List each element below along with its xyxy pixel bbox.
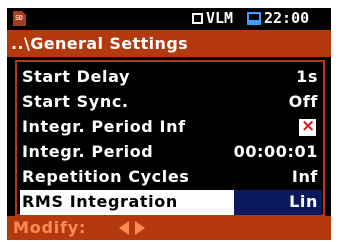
setting-value: 1s [296,67,318,86]
setting-integr-period[interactable]: Integr. Period 00:00:01 [20,140,322,165]
setting-value: Inf [291,167,318,186]
setting-label: Start Delay [22,67,131,86]
mode-indicator: VLM [206,9,234,27]
selected-value-box[interactable]: Lin [234,190,322,215]
mode-square-icon [192,13,203,24]
arrow-right-icon [135,221,145,235]
setting-value: 00:00:01 [233,142,318,161]
setting-value: Lin [289,192,318,211]
setting-label: Start Sync. [22,92,129,111]
setting-label: Integr. Period [22,142,154,161]
setting-rms-integration[interactable]: RMS Integration Lin [20,190,322,215]
checkbox-mark: × [301,116,316,136]
checkbox-checked-icon[interactable]: × [299,116,316,136]
sd-card-label: SD [15,14,23,22]
setting-repetition-cycles[interactable]: Repetition Cycles Inf [20,165,322,190]
arrow-left-icon [119,221,129,235]
setting-start-sync[interactable]: Start Sync. Off [20,90,322,115]
title-bar: ..\General Settings [7,30,331,57]
screen: SD VLM 22:00 ..\General Settings Start D… [0,0,338,242]
settings-list: Start Delay 1s Start Sync. Off Integr. P… [15,60,325,216]
meter-display: SD VLM 22:00 ..\General Settings Start D… [7,8,331,240]
status-bar: SD VLM 22:00 [7,8,331,30]
sd-card-icon: SD [13,11,26,26]
hint-bar: Modify: [7,216,331,240]
setting-start-delay[interactable]: Start Delay 1s [20,65,322,90]
hint-label: Modify: [13,218,87,237]
setting-label: Repetition Cycles [22,167,190,186]
page-title: ..\General Settings [11,34,189,53]
hint-arrows [119,221,153,235]
setting-value: Off [288,92,318,111]
clock: 22:00 [264,9,310,27]
setting-label: Integr. Period Inf [22,117,186,136]
battery-icon [247,12,261,25]
setting-label: RMS Integration [22,192,178,211]
setting-integr-period-inf[interactable]: Integr. Period Inf × [20,115,322,140]
